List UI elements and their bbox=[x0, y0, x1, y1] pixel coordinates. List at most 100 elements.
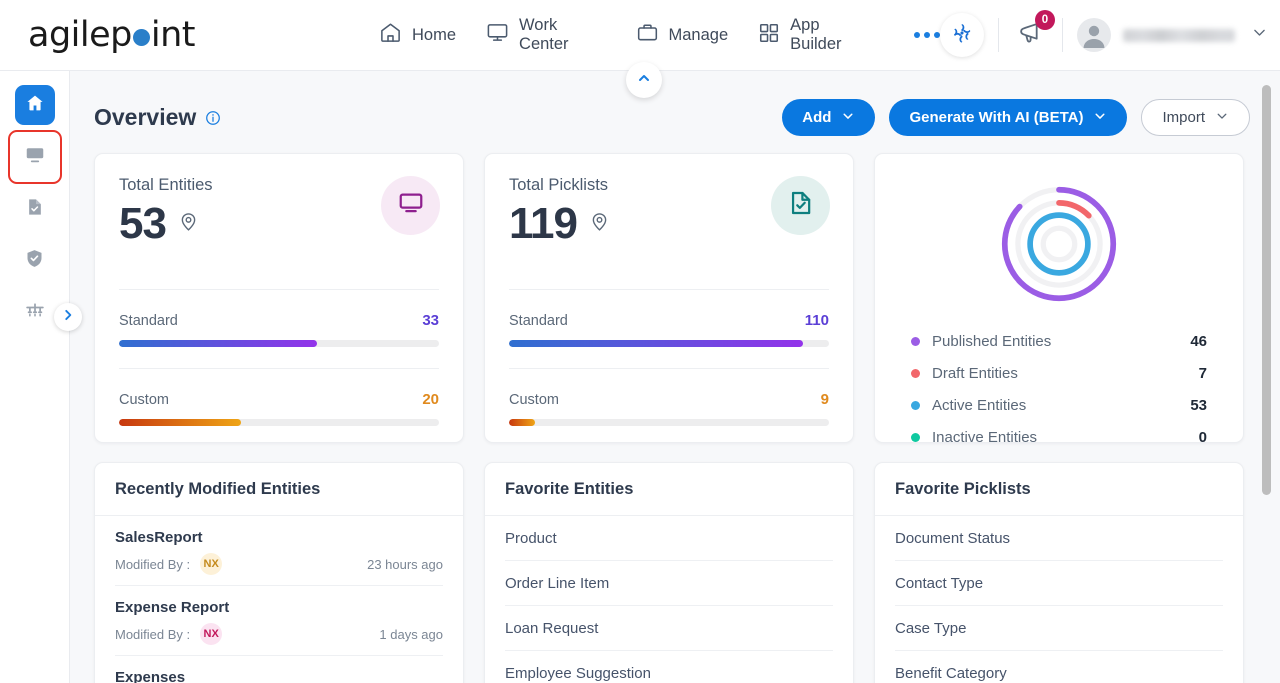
notification-count-badge: 0 bbox=[1035, 10, 1055, 30]
total-entities-standard-bar: Standard 33 bbox=[119, 290, 439, 347]
list-item[interactable]: Expense Report Modified By : NX 1 days a… bbox=[115, 586, 443, 656]
recently-modified-entities-card: Recently Modified Entities SalesReport M… bbox=[94, 462, 464, 683]
user-menu[interactable] bbox=[1077, 18, 1268, 52]
document-check-icon bbox=[25, 197, 45, 222]
briefcase-icon bbox=[636, 21, 659, 49]
bar-value: 33 bbox=[422, 312, 439, 329]
list-item[interactable]: Product bbox=[505, 516, 833, 561]
chevron-down-icon bbox=[841, 109, 855, 127]
brand-dot-icon bbox=[132, 28, 150, 46]
page-header: Overview Add Generate With AI (BETA) Imp… bbox=[70, 71, 1280, 136]
total-picklists-card: Total Picklists 119 Standard 110 Custom … bbox=[484, 153, 854, 443]
user-name-blurred bbox=[1123, 28, 1235, 42]
legend-dot-icon bbox=[911, 432, 920, 442]
list-item[interactable]: Expenses Modified By : NX bbox=[115, 656, 443, 683]
sitemap-icon bbox=[24, 300, 46, 327]
collapse-header-button[interactable] bbox=[626, 62, 662, 98]
chevron-up-icon bbox=[636, 70, 652, 91]
nav-item-work-center[interactable]: Work Center bbox=[486, 16, 605, 54]
sidebar-item-picklists[interactable] bbox=[15, 189, 55, 229]
nav-label-manage: Manage bbox=[668, 25, 729, 44]
generate-with-ai-label: Generate With AI (BETA) bbox=[909, 109, 1084, 126]
favorite-picklists-title: Favorite Picklists bbox=[895, 480, 1031, 498]
legend-label: Inactive Entities bbox=[932, 428, 1038, 446]
chevron-down-icon[interactable] bbox=[1251, 24, 1268, 46]
total-picklists-custom-bar: Custom 9 bbox=[509, 369, 829, 426]
info-icon[interactable] bbox=[205, 110, 221, 126]
top-navigation-bar: agilep int Home Work Center Manage App B… bbox=[0, 0, 1280, 71]
notifications-button[interactable]: 0 bbox=[1013, 10, 1055, 55]
progress-track bbox=[509, 340, 829, 347]
list-item[interactable]: Order Line Item bbox=[505, 561, 833, 606]
recently-modified-list: SalesReport Modified By : NX 23 hours ag… bbox=[95, 516, 463, 683]
location-pin-icon[interactable] bbox=[589, 211, 610, 237]
legend-item[interactable]: Published Entities 46 bbox=[911, 325, 1207, 357]
legend-item[interactable]: Inactive Entities 0 bbox=[911, 421, 1207, 453]
total-picklists-standard-bar: Standard 110 bbox=[509, 290, 829, 347]
entity-name: Expense Report bbox=[115, 599, 230, 616]
total-entities-card: Total Entities 53 Standard 33 Custom 20 bbox=[94, 153, 464, 443]
generate-with-ai-button[interactable]: Generate With AI (BETA) bbox=[889, 99, 1128, 136]
total-entities-value: 53 bbox=[119, 199, 167, 248]
total-entities-icon-badge bbox=[381, 176, 440, 235]
nav-label-home: Home bbox=[412, 25, 457, 44]
legend-item[interactable]: Draft Entities 7 bbox=[911, 357, 1207, 389]
vertical-scrollbar-track[interactable] bbox=[1262, 71, 1276, 683]
add-button-label: Add bbox=[802, 109, 832, 126]
sidebar-item-access[interactable] bbox=[15, 241, 55, 281]
list-item[interactable]: Contact Type bbox=[895, 561, 1223, 606]
legend-dot-icon bbox=[911, 400, 920, 410]
nav-item-manage[interactable]: Manage bbox=[636, 21, 729, 49]
legend-value: 53 bbox=[1190, 396, 1207, 414]
sparkle-swirl-icon bbox=[951, 22, 973, 49]
chevron-down-icon bbox=[1093, 109, 1107, 127]
list-item[interactable]: Document Status bbox=[895, 516, 1223, 561]
nav-item-app-builder[interactable]: App Builder bbox=[758, 16, 870, 54]
bar-value: 110 bbox=[804, 312, 829, 329]
legend-value: 0 bbox=[1198, 428, 1207, 446]
ai-assistant-button[interactable] bbox=[940, 13, 984, 57]
legend-dot-icon bbox=[911, 368, 920, 378]
nav-more-icon[interactable] bbox=[914, 32, 940, 38]
legend-item[interactable]: Active Entities 53 bbox=[911, 389, 1207, 421]
user-initials-badge: NX bbox=[200, 623, 223, 645]
brand-name-part2: int bbox=[150, 15, 196, 55]
brand-name-part1: agilep bbox=[28, 15, 132, 55]
brand-logo[interactable]: agilep int bbox=[0, 15, 196, 55]
total-picklists-value: 119 bbox=[509, 199, 578, 248]
modified-by-label: Modified By : bbox=[115, 556, 191, 572]
home-icon bbox=[379, 21, 402, 49]
chevron-down-icon bbox=[1215, 109, 1229, 127]
home-icon bbox=[25, 93, 45, 118]
sidebar-item-hierarchy[interactable] bbox=[15, 293, 55, 333]
vertical-scrollbar-thumb[interactable] bbox=[1262, 85, 1271, 495]
lists-row: Recently Modified Entities SalesReport M… bbox=[94, 462, 1252, 683]
list-item[interactable]: Case Type bbox=[895, 606, 1223, 651]
entity-name: SalesReport bbox=[115, 529, 203, 546]
megaphone-icon bbox=[1017, 23, 1044, 50]
list-item[interactable]: Benefit Category bbox=[895, 651, 1223, 683]
nav-item-home[interactable]: Home bbox=[379, 21, 456, 49]
list-item[interactable]: Employee Suggestion bbox=[505, 651, 833, 683]
chart-legend: Published Entities 46 Draft Entities 7 A… bbox=[897, 325, 1221, 453]
import-button[interactable]: Import bbox=[1141, 99, 1250, 136]
expand-sidebar-button[interactable] bbox=[54, 303, 82, 331]
dashboard-grid: Total Entities 53 Standard 33 Custom 20 … bbox=[70, 136, 1280, 683]
modified-by-label: Modified By : bbox=[115, 626, 191, 642]
left-rail bbox=[0, 71, 70, 683]
sidebar-item-entities[interactable] bbox=[7, 130, 62, 184]
bar-label: Custom bbox=[119, 392, 169, 408]
list-item[interactable]: SalesReport Modified By : NX 23 hours ag… bbox=[115, 516, 443, 586]
total-entities-custom-bar: Custom 20 bbox=[119, 369, 439, 426]
user-initials-badge: NX bbox=[200, 553, 223, 575]
bar-value: 20 bbox=[422, 391, 439, 408]
avatar bbox=[1077, 18, 1111, 52]
favorite-picklists-list: Document Status Contact Type Case Type B… bbox=[875, 516, 1243, 683]
legend-dot-icon bbox=[911, 336, 920, 346]
add-button[interactable]: Add bbox=[782, 99, 876, 136]
top-right-actions: 0 bbox=[940, 10, 1280, 57]
sidebar-item-home[interactable] bbox=[14, 85, 55, 125]
progress-track bbox=[119, 419, 439, 426]
location-pin-icon[interactable] bbox=[178, 211, 199, 237]
list-item[interactable]: Loan Request bbox=[505, 606, 833, 651]
